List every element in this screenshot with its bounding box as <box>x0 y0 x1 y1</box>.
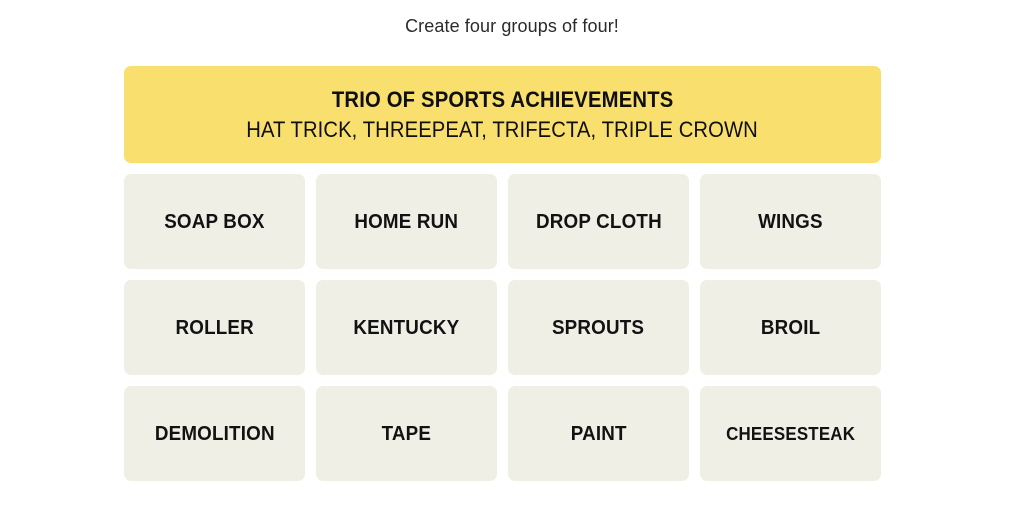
word-tile[interactable]: WINGS <box>700 174 881 269</box>
word-tile[interactable]: ROLLER <box>124 280 305 375</box>
word-tile-label: DROP CLOTH <box>535 210 662 233</box>
instruction-text: Create four groups of four! <box>405 16 619 36</box>
word-tile-label: CHEESESTEAK <box>725 423 855 444</box>
word-tile-label: DEMOLITION <box>154 422 275 445</box>
word-tile-label: KENTUCKY <box>353 316 460 339</box>
word-tile-label: SOAP BOX <box>164 210 265 233</box>
word-tile-label: SPROUTS <box>552 316 645 339</box>
word-tile[interactable]: HOME RUN <box>316 174 497 269</box>
word-tile[interactable]: CHEESESTEAK <box>700 386 881 481</box>
solved-group-members: HAT TRICK, THREEPEAT, TRIFECTA, TRIPLE C… <box>246 116 759 142</box>
word-tile-label: TAPE <box>381 422 432 445</box>
word-tile[interactable]: PAINT <box>508 386 689 481</box>
word-tile-label: BROIL <box>760 316 821 339</box>
connections-game-board: Create four groups of four! TRIO OF SPOR… <box>0 0 1024 512</box>
tile-grid: SOAP BOX HOME RUN DROP CLOTH WINGS ROLLER KEN… <box>124 174 881 481</box>
word-tile-label: HOME RUN <box>354 210 459 233</box>
word-tile-label: PAINT <box>570 422 627 445</box>
word-tile-label: WINGS <box>758 210 823 233</box>
word-tile[interactable]: TAPE <box>316 386 497 481</box>
word-tile[interactable]: DEMOLITION <box>124 386 305 481</box>
word-tile[interactable]: SOAP BOX <box>124 174 305 269</box>
word-tile[interactable]: KENTUCKY <box>316 280 497 375</box>
word-tile-label: ROLLER <box>175 316 254 339</box>
solved-group-title: TRIO OF SPORTS ACHIEVEMENTS <box>331 86 674 112</box>
word-tile[interactable]: SPROUTS <box>508 280 689 375</box>
word-tile[interactable]: BROIL <box>700 280 881 375</box>
solved-group-yellow: TRIO OF SPORTS ACHIEVEMENTS HAT TRICK, T… <box>124 66 881 163</box>
board-area: TRIO OF SPORTS ACHIEVEMENTS HAT TRICK, T… <box>124 66 881 481</box>
word-tile[interactable]: DROP CLOTH <box>508 174 689 269</box>
